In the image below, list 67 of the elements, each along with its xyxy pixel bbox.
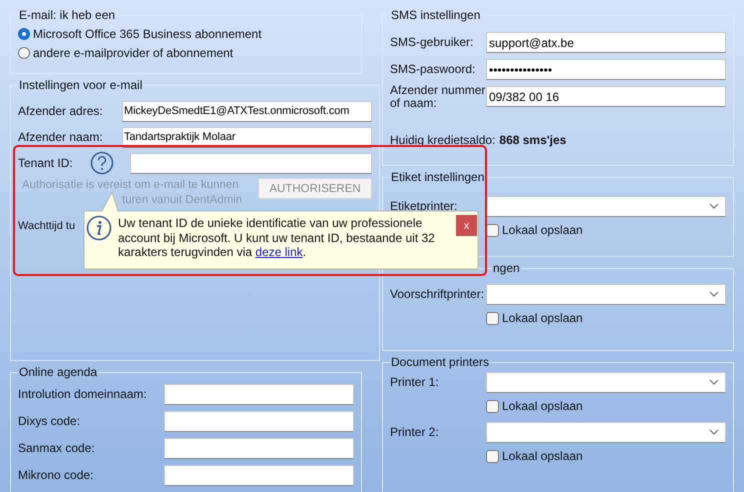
input-field[interactable]: Tandartspraktijk Molaar	[122, 126, 372, 148]
checkbox[interactable]	[486, 400, 499, 412]
radio-option[interactable]: Microsoft Office 365 Business abonnement	[18, 24, 354, 43]
help-icon[interactable]	[90, 151, 114, 175]
group-title: E-mail: ik heb een	[18, 8, 116, 22]
input-field[interactable]: support@atx.be	[486, 32, 726, 53]
field-label: Sanmax code:	[18, 441, 96, 455]
dropdown[interactable]	[486, 196, 726, 216]
checkbox-option[interactable]: Lokaal opslaan	[486, 397, 726, 415]
group-title: Instellingen voor e-mail	[18, 78, 144, 92]
input-field[interactable]	[164, 410, 354, 432]
field-label: Afzender nummer of naam:	[390, 84, 486, 110]
checkbox-label: Lokaal opslaan	[502, 449, 583, 463]
link[interactable]: deze link	[255, 245, 303, 259]
input-field[interactable]	[164, 384, 354, 404]
field-label: SMS-paswoord:	[390, 63, 476, 76]
field-label: Afzender naam:	[18, 130, 104, 144]
field-label: Introlution domeinnaam:	[18, 387, 148, 401]
input-field[interactable]: •••••••••••••••	[486, 59, 726, 80]
credit-label: Huidig kredietsaldo:	[390, 133, 496, 147]
input-field[interactable]	[130, 152, 372, 174]
input-field[interactable]: 09/382 00 16	[486, 86, 726, 107]
auth-note: Authorisatie is vereist om e-mail te kunnen	[22, 178, 239, 193]
close-button[interactable]: x	[456, 215, 477, 236]
checkbox[interactable]	[486, 224, 499, 236]
input-field[interactable]: MickeyDeSmedtE1@ATXTest.onmicrosoft.com	[122, 100, 372, 122]
group-title: SMS instellingen	[390, 8, 482, 22]
info-icon	[86, 215, 112, 241]
group-title: Etiket instellingen	[390, 170, 486, 184]
radio-label: Microsoft Office 365 Business abonnement	[33, 26, 262, 40]
radio-option[interactable]: andere e-mailprovider of abonnement	[18, 43, 354, 62]
credit-value: 868 sms'jes	[499, 133, 566, 147]
tooltip-text: Uw tenant ID de unieke identificatie van uw professionele account bij Microsoft. U kunt uw tenant ID, bestaande uit 32 karakters terugvinden via deze link.	[118, 216, 436, 260]
chevron-down-icon	[709, 379, 719, 385]
chevron-down-icon	[709, 291, 719, 297]
radio-button[interactable]	[18, 46, 30, 58]
checkbox-option[interactable]: Lokaal opslaan	[486, 309, 726, 327]
dropdown[interactable]	[486, 372, 726, 392]
group-title: Online agenda	[18, 365, 98, 379]
checkbox[interactable]	[486, 450, 499, 462]
checkbox[interactable]	[486, 312, 499, 324]
checkbox-label: Lokaal opslaan	[502, 223, 583, 237]
field-label: Printer 2:	[390, 425, 440, 439]
field-label: Mikrono code:	[18, 468, 94, 482]
field-label: Printer 1:	[390, 375, 440, 389]
input-field[interactable]	[164, 438, 354, 458]
radio-button[interactable]	[18, 28, 30, 40]
checkbox-label: Lokaal opslaan	[502, 399, 583, 413]
checkbox-label: Lokaal opslaan	[502, 311, 583, 325]
field-label: SMS-gebruiker:	[390, 36, 474, 49]
chevron-down-icon	[709, 429, 719, 435]
checkbox-option[interactable]: Lokaal opslaan	[486, 221, 726, 239]
auth-note: turen vanuit DentAdmin	[122, 193, 242, 208]
field-label: Dixys code:	[18, 414, 82, 428]
field-label: Voorschriftprinter:	[390, 287, 486, 301]
radio-label: andere e-mailprovider of abonnement	[33, 46, 234, 60]
checkbox-option[interactable]: Lokaal opslaan	[486, 447, 726, 465]
group-title: Document printers	[390, 355, 490, 369]
group-title: ngen	[492, 261, 521, 275]
chevron-down-icon	[709, 203, 719, 209]
field-label: Etiketprinter:	[390, 199, 458, 213]
dropdown[interactable]	[486, 422, 726, 442]
field-label: Tenant ID:	[18, 156, 74, 170]
field-label: Wachttijd tu	[18, 220, 76, 232]
input-field[interactable]	[164, 464, 354, 486]
field-label: Afzender adres:	[18, 104, 104, 118]
dropdown[interactable]	[486, 284, 726, 304]
